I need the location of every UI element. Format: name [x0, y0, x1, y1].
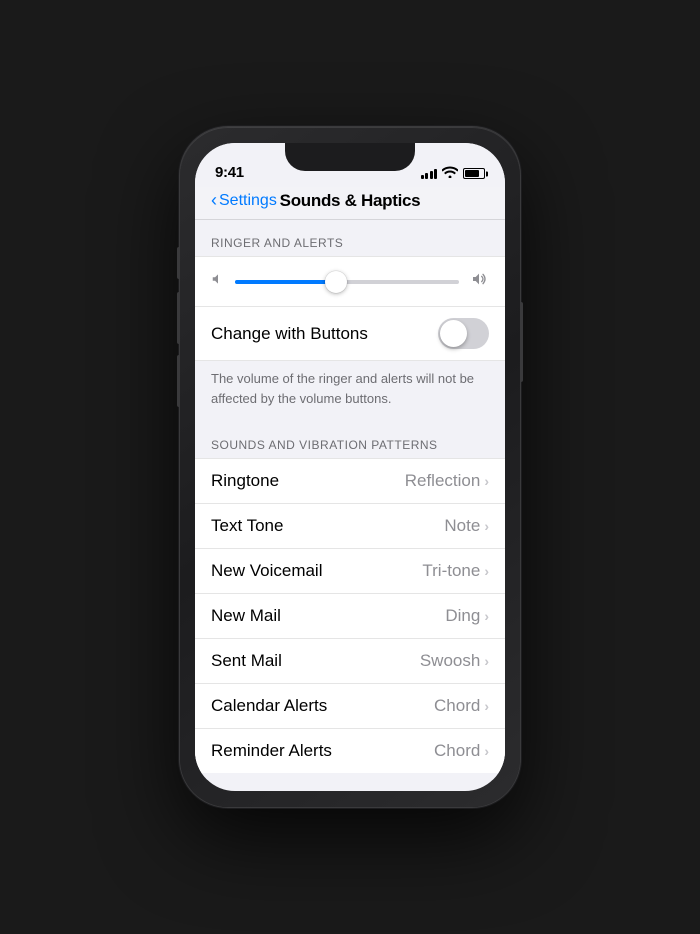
volume-slider[interactable]	[235, 280, 459, 284]
sounds-list: Ringtone Reflection › Text Tone Note › N…	[195, 458, 505, 773]
navigation-bar: ‹ Settings Sounds & Haptics	[195, 187, 505, 220]
page-title: Sounds & Haptics	[280, 191, 421, 211]
reminder-alerts-right: Chord ›	[434, 741, 489, 761]
ringer-section-header: RINGER AND ALERTS	[195, 220, 505, 256]
sent-mail-value: Swoosh	[420, 651, 480, 671]
wifi-icon	[442, 166, 458, 181]
sent-mail-chevron-icon: ›	[484, 653, 489, 669]
volume-slider-fill	[235, 280, 336, 284]
battery-icon	[463, 168, 485, 179]
ringtone-label: Ringtone	[211, 471, 279, 491]
ringtone-row[interactable]: Ringtone Reflection ›	[195, 458, 505, 503]
toggle-thumb	[440, 320, 467, 347]
ringtone-right: Reflection ›	[405, 471, 489, 491]
volume-up-button[interactable]	[177, 292, 180, 344]
calendar-alerts-value: Chord	[434, 696, 480, 716]
ringtone-chevron-icon: ›	[484, 473, 489, 489]
power-button[interactable]	[520, 302, 523, 382]
new-mail-label: New Mail	[211, 606, 281, 626]
new-voicemail-value: Tri-tone	[422, 561, 480, 581]
new-mail-chevron-icon: ›	[484, 608, 489, 624]
change-with-buttons-toggle[interactable]	[438, 318, 489, 349]
text-tone-row[interactable]: Text Tone Note ›	[195, 503, 505, 548]
reminder-alerts-value: Chord	[434, 741, 480, 761]
signal-bars-icon	[421, 169, 438, 179]
notch	[285, 143, 415, 171]
calendar-alerts-chevron-icon: ›	[484, 698, 489, 714]
battery-fill	[465, 170, 479, 177]
status-icons	[421, 166, 486, 181]
sent-mail-row[interactable]: Sent Mail Swoosh ›	[195, 638, 505, 683]
new-voicemail-chevron-icon: ›	[484, 563, 489, 579]
signal-bar-4	[434, 169, 437, 179]
settings-content[interactable]: RINGER AND ALERTS	[195, 220, 505, 780]
change-with-buttons-label: Change with Buttons	[211, 324, 368, 344]
phone-screen: 9:41	[195, 143, 505, 791]
reminder-alerts-chevron-icon: ›	[484, 743, 489, 759]
toggle-info-text: The volume of the ringer and alerts will…	[195, 361, 505, 422]
volume-high-icon	[469, 271, 489, 292]
calendar-alerts-row[interactable]: Calendar Alerts Chord ›	[195, 683, 505, 728]
new-voicemail-right: Tri-tone ›	[422, 561, 489, 581]
back-button[interactable]: ‹ Settings	[211, 191, 277, 211]
new-mail-row[interactable]: New Mail Ding ›	[195, 593, 505, 638]
new-voicemail-row[interactable]: New Voicemail Tri-tone ›	[195, 548, 505, 593]
text-tone-chevron-icon: ›	[484, 518, 489, 534]
volume-slider-row	[195, 257, 505, 306]
calendar-alerts-label: Calendar Alerts	[211, 696, 327, 716]
change-with-buttons-row[interactable]: Change with Buttons	[195, 306, 505, 360]
text-tone-label: Text Tone	[211, 516, 283, 536]
ringer-card: Change with Buttons	[195, 256, 505, 361]
back-label: Settings	[219, 192, 277, 210]
mute-button[interactable]	[177, 247, 180, 279]
back-chevron-icon: ‹	[211, 190, 217, 211]
sent-mail-label: Sent Mail	[211, 651, 282, 671]
text-tone-value: Note	[444, 516, 480, 536]
signal-bar-3	[430, 171, 433, 179]
calendar-alerts-right: Chord ›	[434, 696, 489, 716]
new-mail-right: Ding ›	[445, 606, 489, 626]
volume-low-icon	[211, 272, 225, 291]
sent-mail-right: Swoosh ›	[420, 651, 489, 671]
reminder-alerts-row[interactable]: Reminder Alerts Chord ›	[195, 728, 505, 773]
new-mail-value: Ding	[445, 606, 480, 626]
signal-bar-2	[425, 173, 428, 179]
status-time: 9:41	[215, 164, 244, 181]
phone-frame: 9:41	[180, 127, 520, 807]
text-tone-right: Note ›	[444, 516, 489, 536]
ringtone-value: Reflection	[405, 471, 481, 491]
volume-slider-thumb[interactable]	[325, 271, 347, 293]
sounds-section-header: SOUNDS AND VIBRATION PATTERNS	[195, 422, 505, 458]
signal-bar-1	[421, 175, 424, 179]
reminder-alerts-label: Reminder Alerts	[211, 741, 332, 761]
volume-down-button[interactable]	[177, 355, 180, 407]
new-voicemail-label: New Voicemail	[211, 561, 323, 581]
